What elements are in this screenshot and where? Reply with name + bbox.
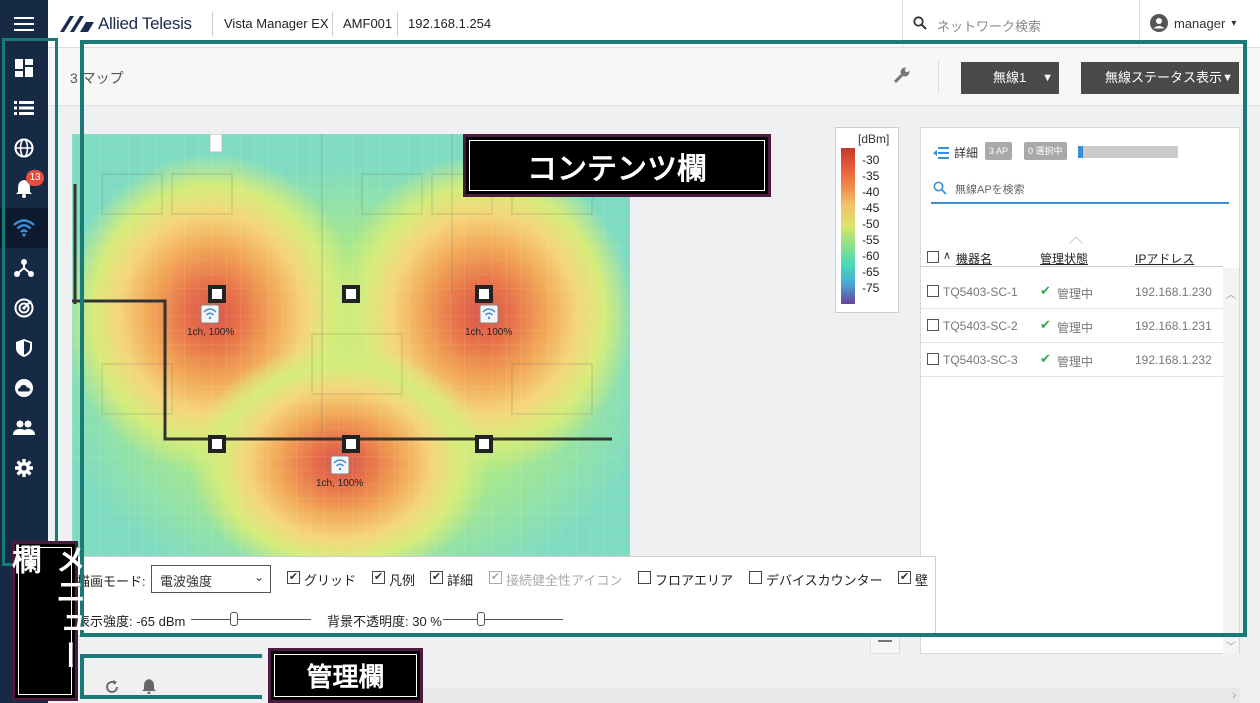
search-placeholder: ネットワーク検索 <box>937 19 1042 34</box>
admin-area-frame-bottom <box>80 695 262 699</box>
product-name: Vista Manager EX <box>224 16 329 31</box>
content-area-frame <box>80 40 1247 637</box>
logo-mark-icon <box>60 16 94 32</box>
content-area-callout-text: コンテンツ欄 <box>527 151 707 187</box>
device-name: AMF001 <box>343 16 393 31</box>
menu-area-callout-text: メニュー欄 <box>6 544 85 672</box>
allied-telesis-logo: Allied Telesis <box>60 14 192 34</box>
scroll-down-icon[interactable]: ﹀ <box>1226 638 1236 653</box>
admin-area-callout-text: 管理欄 <box>306 663 385 693</box>
user-name: manager <box>1174 15 1226 31</box>
menu-area-frame <box>2 38 58 566</box>
menu-area-callout: メニュー欄 <box>6 541 85 701</box>
horizontal-scrollbar[interactable] <box>420 688 1240 703</box>
content-area-callout: コンテンツ欄 <box>463 134 771 197</box>
device-ip: 192.168.1.254 <box>408 16 492 31</box>
user-menu[interactable]: manager ▾ <box>1150 14 1236 32</box>
notification-bell-icon[interactable] <box>142 678 156 694</box>
logo-text: Allied Telesis <box>98 14 192 33</box>
search-icon <box>913 16 927 30</box>
chevron-right-icon[interactable]: › <box>1232 686 1237 702</box>
chevron-down-icon: ▾ <box>1231 17 1237 29</box>
user-avatar-icon <box>1150 14 1168 32</box>
admin-area-callout: 管理欄 <box>268 648 423 703</box>
admin-area-frame-top <box>80 654 262 658</box>
refresh-icon[interactable] <box>104 679 120 695</box>
minimize-tab[interactable] <box>870 636 900 654</box>
